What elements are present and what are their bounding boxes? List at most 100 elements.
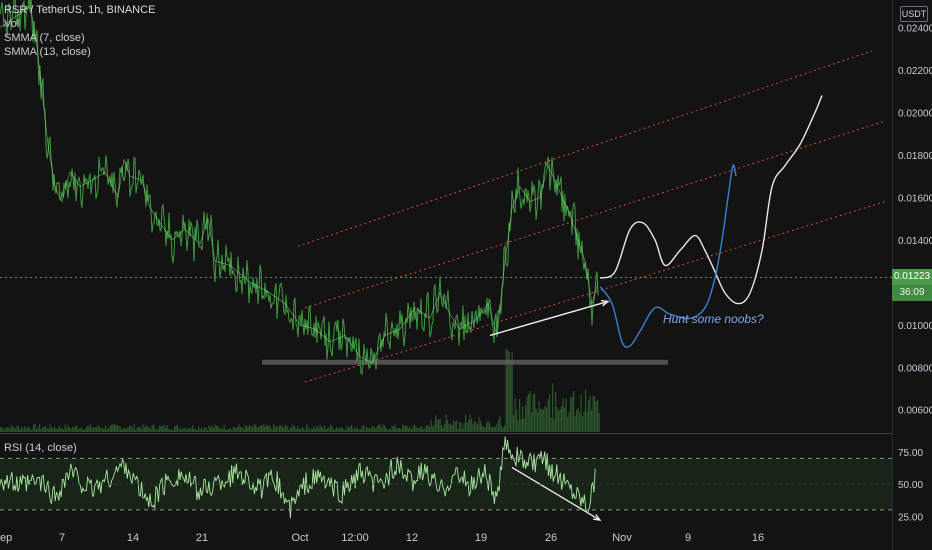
volume-bar [462, 428, 464, 432]
volume-bar [268, 425, 270, 432]
volume-bar [324, 425, 326, 432]
volume-bar [304, 429, 306, 432]
volume-bar [487, 420, 489, 432]
volume-bar [297, 425, 299, 432]
volume-bar [58, 425, 60, 432]
volume-bar [78, 429, 80, 432]
volume-bar [22, 428, 24, 432]
volume-bar [205, 427, 207, 432]
volume-bar [499, 416, 501, 432]
legend-smma-13[interactable]: SMMA (13, close) [4, 45, 155, 59]
volume-bar [532, 394, 534, 432]
volume-bar [9, 429, 11, 432]
volume-bar [51, 427, 53, 432]
volume-bar [162, 426, 164, 432]
volume-bar [40, 428, 42, 432]
volume-bar [63, 429, 65, 432]
volume-bar [294, 426, 296, 432]
volume-bar [474, 420, 476, 432]
volume-bar [409, 426, 411, 432]
chart-canvas[interactable]: 0.02400 0.02200 0.02000 0.01800 0.01600 0.014… [0, 0, 932, 550]
volume-bar [253, 424, 255, 432]
volume-bar [202, 429, 204, 432]
volume-bar [525, 405, 527, 432]
volume-bar [547, 398, 549, 432]
volume-bar [544, 405, 546, 432]
time-tick-label: Nov [612, 532, 632, 544]
channel-line-3 [297, 50, 873, 247]
volume-bar [391, 425, 393, 432]
volume-bar [361, 425, 363, 432]
volume-bar [70, 428, 72, 432]
volume-bar [184, 427, 186, 432]
volume-bar [382, 424, 384, 432]
volume-bar [247, 427, 249, 432]
volume-bar [100, 427, 102, 432]
volume-bar [376, 426, 378, 432]
rsi-legend[interactable]: RSI (14, close) [4, 442, 77, 454]
volume-bar [132, 428, 134, 432]
volume-bar [543, 409, 545, 432]
time-tick-label: 26 [545, 532, 557, 544]
time-tick-label: 9 [685, 532, 691, 544]
volume-bar [318, 428, 320, 432]
volume-bar [439, 418, 441, 432]
volume-bar [37, 427, 39, 432]
volume-bar [208, 425, 210, 432]
volume-bar [373, 427, 375, 432]
volume-bar [394, 424, 396, 432]
volume-bar [424, 427, 426, 432]
currency-button[interactable]: USDT [900, 6, 928, 22]
volume-bar [150, 429, 152, 432]
volume-bar [241, 427, 243, 432]
volume-bar [595, 401, 597, 432]
volume-bar [3, 429, 5, 432]
volume-bar [448, 424, 450, 432]
volume-bar [160, 425, 162, 432]
volume-bar [148, 427, 150, 432]
volume-bar [292, 424, 294, 432]
legend-vol[interactable]: Vol [4, 17, 155, 31]
rsi-tick-label: 25.00 [898, 512, 923, 523]
volume-bar [18, 426, 20, 432]
legend-smma-7[interactable]: SMMA (7, close) [4, 31, 155, 45]
volume-bar [226, 429, 228, 432]
volume-bar [96, 427, 98, 432]
volume-bar [327, 427, 329, 432]
volume-bar [240, 426, 242, 432]
symbol-title[interactable]: RSR / TetherUS, 1h, BINANCE [4, 3, 155, 17]
volume-bar [66, 428, 68, 432]
volume-bar [558, 411, 560, 432]
volume-bar [277, 427, 279, 432]
volume-bar [592, 396, 594, 432]
volume-bar [357, 427, 359, 432]
volume-bar [564, 407, 566, 432]
volume-bar [403, 426, 405, 432]
volume-bar [444, 423, 446, 432]
volume-bar [198, 426, 200, 432]
volume-bar [451, 425, 453, 432]
volume-bar [30, 428, 32, 432]
volume-bar [123, 428, 125, 432]
volume-bar [175, 425, 177, 432]
volume-bar [289, 427, 291, 432]
volume-bar [517, 420, 519, 432]
volume-bar [102, 428, 104, 432]
volume-bar [493, 426, 495, 432]
rsi-tick-label: 75.00 [898, 448, 923, 459]
volume-bar [340, 426, 342, 432]
volume-bar [108, 428, 110, 432]
volume-bar [36, 429, 38, 432]
volume-bar [358, 429, 360, 432]
volume-bar [154, 428, 156, 432]
volume-bar [556, 407, 558, 432]
volume-bar [457, 429, 459, 432]
volume-bar [177, 424, 179, 432]
volume-bar [465, 414, 467, 432]
volume-bar [283, 427, 285, 432]
volume-bar [334, 429, 336, 432]
volume-bar [459, 421, 461, 432]
volume-bar [502, 427, 504, 432]
volume-bar [180, 427, 182, 432]
volume-bar [352, 429, 354, 432]
